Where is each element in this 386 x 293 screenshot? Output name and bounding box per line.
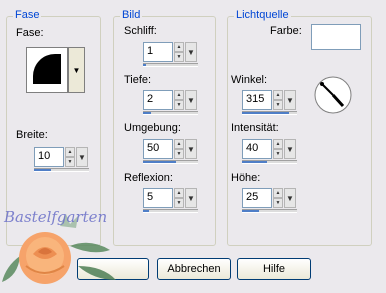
fase-shape-preview[interactable] — [26, 47, 68, 93]
winkel-input[interactable]: 315 — [242, 90, 272, 110]
breite-label: Breite: — [16, 129, 48, 141]
intensitaet-slider-fill — [242, 161, 267, 163]
tiefe-spinner[interactable]: 2 ▲ ▼ ▼ — [143, 90, 197, 112]
reflexion-stepper[interactable]: ▲ ▼ — [174, 188, 184, 208]
schliff-input[interactable]: 1 — [143, 42, 173, 62]
angle-dial-icon — [314, 76, 352, 114]
schliff-label: Schliff: — [124, 25, 157, 37]
chevron-down-icon: ▼ — [187, 144, 195, 154]
chevron-down-icon: ▼ — [78, 152, 86, 162]
breite-slider[interactable] — [34, 168, 89, 172]
winkel-dropdown[interactable]: ▼ — [284, 90, 296, 110]
up-arrow-icon[interactable]: ▲ — [174, 188, 184, 198]
schliff-dropdown[interactable]: ▼ — [185, 42, 197, 62]
hoehe-spinner[interactable]: 25 ▲ ▼ ▼ — [242, 188, 296, 210]
farbe-color-swatch[interactable] — [311, 24, 361, 50]
rose-watermark-image: Bastelfgarten — [2, 208, 116, 284]
hoehe-slider-fill — [242, 210, 259, 212]
schliff-slider[interactable] — [143, 63, 198, 67]
hoehe-dropdown[interactable]: ▼ — [284, 188, 296, 208]
winkel-dial[interactable] — [313, 75, 353, 115]
intensitaet-stepper[interactable]: ▲ ▼ — [273, 139, 283, 159]
umgebung-slider[interactable] — [143, 160, 198, 164]
chevron-down-icon: ▼ — [187, 193, 195, 203]
lichtquelle-group-title: Lichtquelle — [234, 9, 291, 21]
tiefe-stepper[interactable]: ▲ ▼ — [174, 90, 184, 110]
breite-stepper[interactable]: ▲ ▼ — [65, 147, 75, 167]
intensitaet-slider[interactable] — [242, 160, 297, 164]
chevron-down-icon: ▼ — [72, 65, 81, 75]
up-arrow-icon[interactable]: ▲ — [65, 147, 75, 157]
chevron-down-icon: ▼ — [286, 95, 294, 105]
breite-dropdown[interactable]: ▼ — [76, 147, 88, 167]
breite-input[interactable]: 10 — [34, 147, 64, 167]
breite-spinner[interactable]: 10 ▲ ▼ ▼ — [34, 147, 88, 169]
tiefe-slider-fill — [143, 112, 152, 114]
fase-label: Fase: — [16, 27, 44, 39]
reflexion-label: Reflexion: — [124, 172, 173, 184]
umgebung-input[interactable]: 50 — [143, 139, 173, 159]
down-arrow-icon[interactable]: ▼ — [174, 100, 184, 110]
intensitaet-label: Intensität: — [231, 122, 279, 134]
tiefe-input[interactable]: 2 — [143, 90, 173, 110]
down-arrow-icon[interactable]: ▼ — [65, 157, 75, 167]
fase-dropdown-button[interactable]: ▼ — [68, 47, 85, 93]
up-arrow-icon[interactable]: ▲ — [174, 42, 184, 52]
breite-slider-fill — [34, 169, 51, 171]
schliff-stepper[interactable]: ▲ ▼ — [174, 42, 184, 62]
down-arrow-icon[interactable]: ▼ — [174, 149, 184, 159]
chevron-down-icon: ▼ — [187, 95, 195, 105]
tiefe-dropdown[interactable]: ▼ — [185, 90, 197, 110]
down-arrow-icon[interactable]: ▼ — [174, 198, 184, 208]
chevron-down-icon: ▼ — [286, 193, 294, 203]
winkel-label: Winkel: — [231, 74, 268, 86]
winkel-spinner[interactable]: 315 ▲ ▼ ▼ — [242, 90, 296, 112]
umgebung-spinner[interactable]: 50 ▲ ▼ ▼ — [143, 139, 197, 161]
hoehe-slider[interactable] — [242, 209, 297, 213]
fase-group-title: Fase — [13, 9, 42, 21]
tiefe-slider[interactable] — [143, 111, 198, 115]
up-arrow-icon[interactable]: ▲ — [174, 139, 184, 149]
reflexion-spinner[interactable]: 5 ▲ ▼ ▼ — [143, 188, 197, 210]
umgebung-dropdown[interactable]: ▼ — [185, 139, 197, 159]
winkel-slider-fill — [242, 112, 289, 114]
farbe-label: Farbe: — [270, 25, 302, 37]
intensitaet-dropdown[interactable]: ▼ — [284, 139, 296, 159]
up-arrow-icon[interactable]: ▲ — [273, 188, 283, 198]
down-arrow-icon[interactable]: ▼ — [273, 149, 283, 159]
schliff-slider-fill — [143, 64, 146, 66]
chevron-down-icon: ▼ — [187, 47, 195, 57]
hoehe-label: Höhe: — [231, 172, 261, 184]
umgebung-stepper[interactable]: ▲ ▼ — [174, 139, 184, 159]
watermark-text: Bastelfgarten — [3, 208, 107, 226]
tiefe-label: Tiefe: — [124, 74, 152, 86]
umgebung-slider-fill — [143, 161, 176, 163]
cancel-button[interactable]: Abbrechen — [157, 258, 231, 280]
up-arrow-icon[interactable]: ▲ — [273, 90, 283, 100]
intensitaet-input[interactable]: 40 — [242, 139, 272, 159]
up-arrow-icon[interactable]: ▲ — [174, 90, 184, 100]
quarter-circle-icon — [33, 54, 61, 84]
hoehe-input[interactable]: 25 — [242, 188, 272, 208]
down-arrow-icon[interactable]: ▼ — [174, 52, 184, 62]
umgebung-label: Umgebung: — [124, 122, 181, 134]
schliff-spinner[interactable]: 1 ▲ ▼ ▼ — [143, 42, 197, 64]
chevron-down-icon: ▼ — [286, 144, 294, 154]
up-arrow-icon[interactable]: ▲ — [273, 139, 283, 149]
intensitaet-spinner[interactable]: 40 ▲ ▼ ▼ — [242, 139, 296, 161]
winkel-slider[interactable] — [242, 111, 297, 115]
down-arrow-icon[interactable]: ▼ — [273, 198, 283, 208]
hoehe-stepper[interactable]: ▲ ▼ — [273, 188, 283, 208]
reflexion-slider[interactable] — [143, 209, 198, 213]
reflexion-dropdown[interactable]: ▼ — [185, 188, 197, 208]
winkel-stepper[interactable]: ▲ ▼ — [273, 90, 283, 110]
help-button[interactable]: Hilfe — [237, 258, 311, 280]
bild-group-title: Bild — [120, 9, 143, 21]
down-arrow-icon[interactable]: ▼ — [273, 100, 283, 110]
